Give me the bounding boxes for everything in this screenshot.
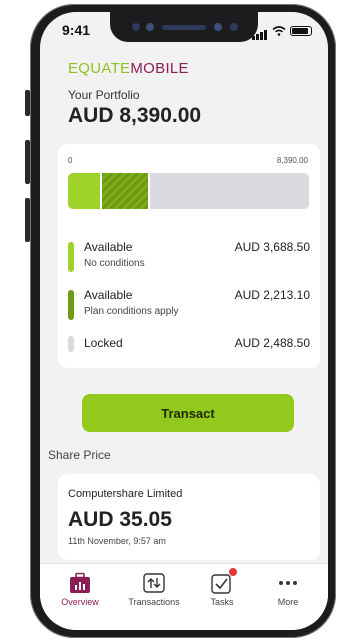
tab-bar: Overview Transactions Tasks More [40, 563, 328, 630]
row-title: Locked [84, 336, 123, 350]
allocation-row-available-no-conditions[interactable]: Available No conditions AUD 3,688.50 [68, 240, 310, 274]
allocation-row-available-plan-conditions[interactable]: Available Plan conditions apply AUD 2,21… [68, 288, 310, 322]
tab-more[interactable]: More [256, 572, 320, 607]
more-dots-icon [276, 572, 300, 594]
notification-badge [229, 568, 237, 576]
tab-tasks[interactable]: Tasks [190, 568, 254, 607]
portfolio-card: 0 8,390.00 Available No conditions AUD 3… [58, 144, 320, 368]
scale-min: 0 [68, 156, 73, 165]
share-price-heading: Share Price [48, 448, 111, 462]
speaker-grille [162, 25, 206, 30]
brand-logo: EQUATEMOBILE [68, 60, 189, 77]
status-time: 9:41 [62, 22, 91, 38]
row-amount: AUD 3,688.50 [234, 240, 310, 254]
scale-max: 8,390.00 [276, 156, 308, 165]
swatch [68, 336, 74, 352]
app-screen: 9:41 EQUATEMOBILE Your Portfolio AUD 8,3… [40, 12, 328, 630]
share-price-timestamp: 11th November, 9:57 am [68, 536, 166, 546]
battery-icon [290, 26, 312, 36]
sensor-dot [146, 23, 154, 31]
row-amount: AUD 2,213.10 [234, 288, 310, 302]
row-title: Available [84, 240, 133, 254]
tab-overview[interactable]: Overview [48, 572, 112, 607]
briefcase-chart-icon [68, 572, 92, 594]
transact-button[interactable]: Transact [82, 394, 294, 432]
share-company: Computershare Limited [68, 488, 183, 500]
notch [110, 12, 258, 42]
brand-logo-part1: EQUATE [68, 60, 131, 77]
camera-dot [132, 23, 140, 31]
allocation-bar [68, 173, 309, 209]
row-subtitle: Plan conditions apply [84, 306, 179, 317]
share-price-card[interactable]: Computershare Limited AUD 35.05 11th Nov… [58, 474, 320, 560]
tab-label: Tasks [210, 597, 234, 607]
bar-segment-available-plan-conditions [101, 173, 150, 209]
brand-logo-part2: MOBILE [130, 60, 189, 77]
bar-segment-available-no-conditions [68, 173, 102, 209]
row-subtitle: No conditions [84, 258, 145, 269]
sensor-dot [230, 23, 238, 31]
tab-label: Overview [61, 597, 99, 607]
portfolio-label: Your Portfolio [68, 88, 140, 102]
wifi-icon [272, 26, 286, 36]
tab-label: More [277, 597, 299, 607]
swatch [68, 242, 74, 272]
checkbox-icon [210, 568, 237, 594]
portfolio-value: AUD 8,390.00 [68, 104, 202, 127]
status-icons [252, 22, 312, 40]
signal-icon [252, 22, 268, 40]
tab-transactions[interactable]: Transactions [122, 572, 186, 607]
row-title: Available [84, 288, 133, 302]
share-price-value: AUD 35.05 [68, 508, 172, 531]
tab-label: Transactions [128, 597, 180, 607]
row-amount: AUD 2,488.50 [234, 336, 310, 350]
swatch [68, 290, 74, 320]
allocation-row-locked[interactable]: Locked AUD 2,488.50 [68, 336, 310, 354]
sensor-dot [214, 23, 222, 31]
transfer-icon [142, 572, 166, 594]
